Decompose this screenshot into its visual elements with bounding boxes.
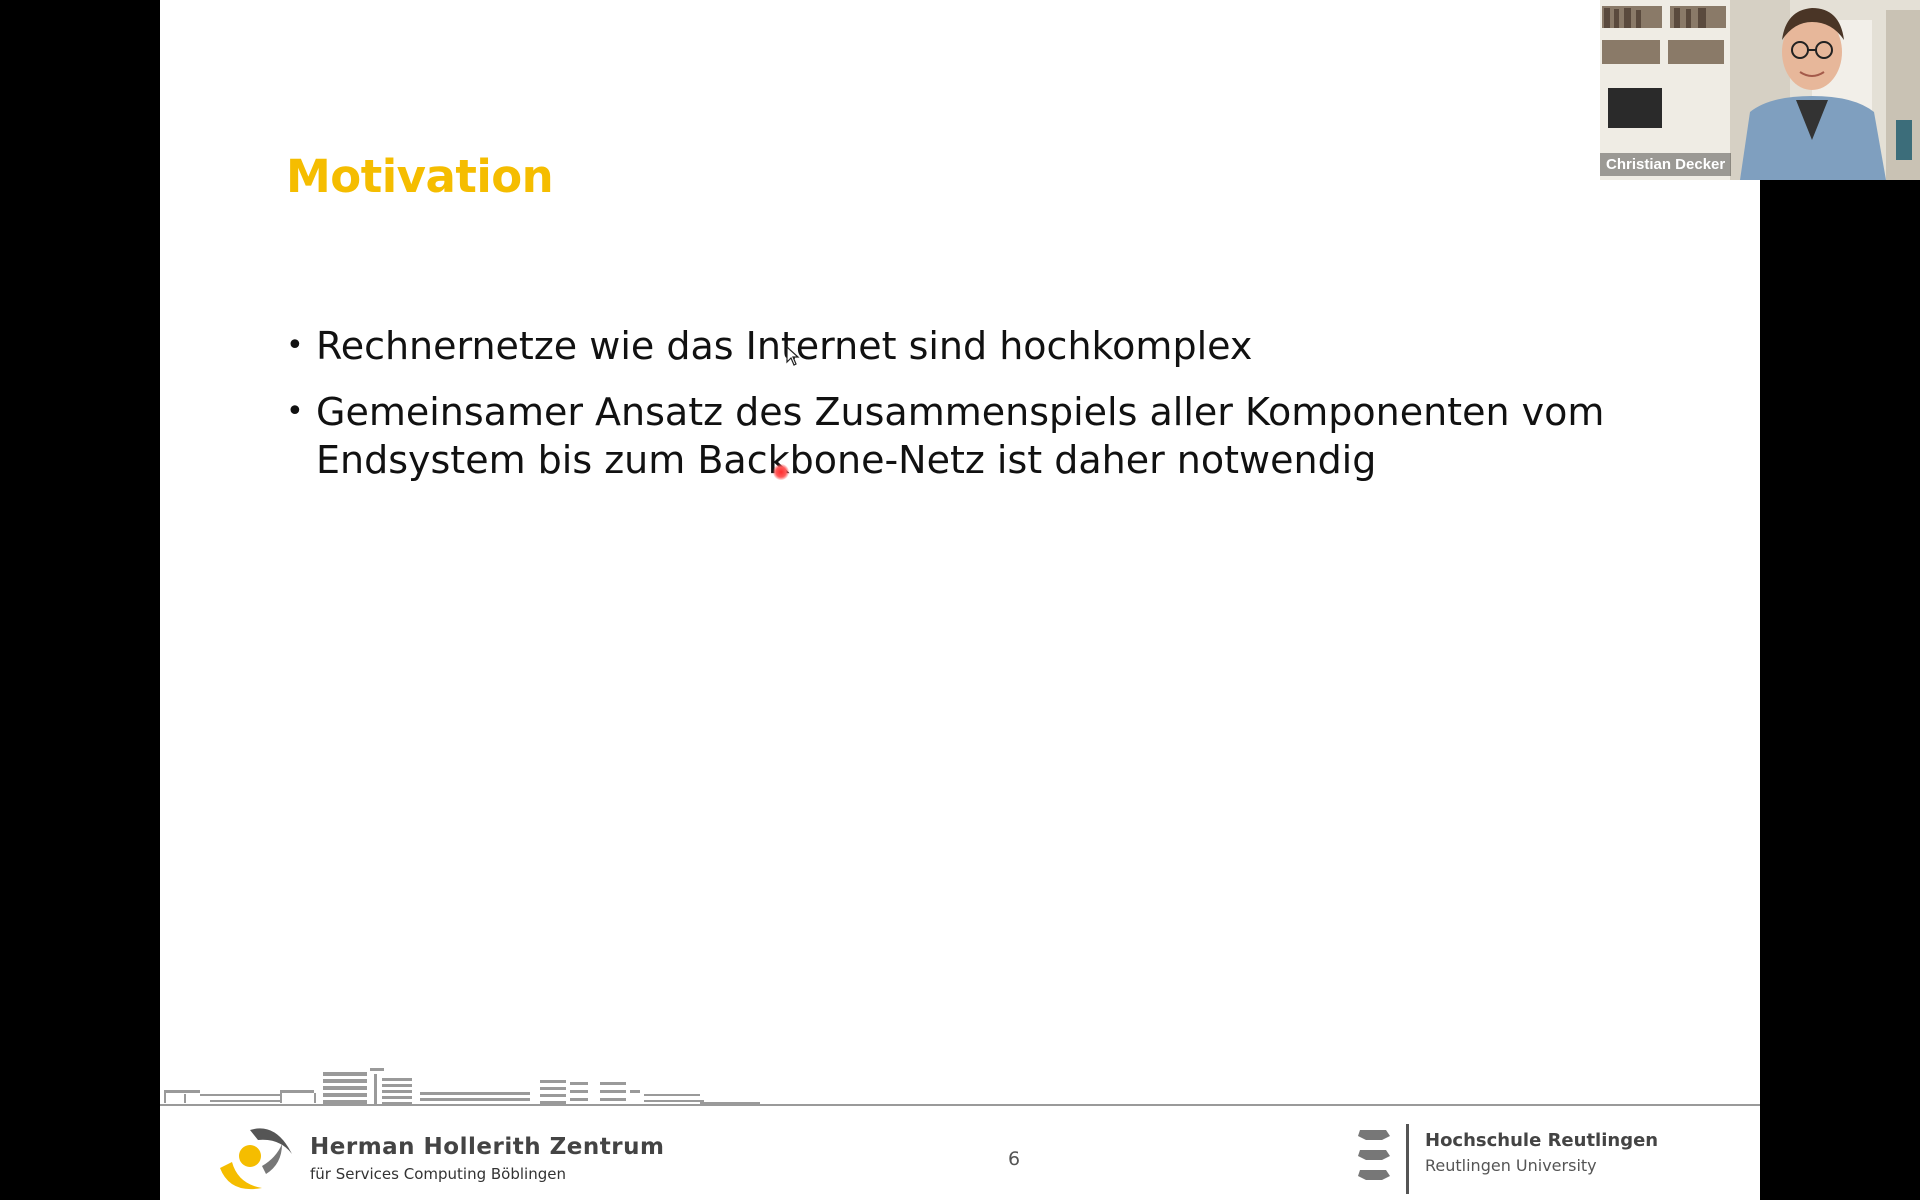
participant-name-label: Christian Decker — [1600, 153, 1732, 176]
coat-of-arms-icon — [1358, 1130, 1390, 1180]
page-number: 6 — [1008, 1148, 1021, 1170]
laser-pointer-dot — [773, 464, 789, 480]
building-skyline-graphic — [164, 1068, 760, 1105]
mouse-cursor-icon — [786, 346, 800, 366]
university-name: Hochschule Reutlingen — [1425, 1130, 1659, 1151]
bullet-item: • Rechnernetze wie das Internet sind hoc… — [286, 322, 1706, 370]
logo-divider — [1406, 1124, 1409, 1194]
hhz-logo-icon — [220, 1128, 292, 1190]
participant-video-tile[interactable]: Christian Decker — [1600, 0, 1920, 180]
footer-divider-line — [160, 1104, 1760, 1106]
university-subtitle: Reutlingen University — [1425, 1156, 1597, 1175]
hhz-subtitle: für Services Computing Böblingen — [310, 1165, 566, 1183]
hhz-name: Herman Hollerith Zentrum — [310, 1134, 665, 1160]
bullet-symbol: • — [286, 394, 304, 429]
slide-title: Motivation — [286, 150, 554, 203]
presentation-slide: Motivation • Rechnernetze wie das Intern… — [160, 0, 1760, 1200]
bullet-text: Gemeinsamer Ansatz des Zusammenspiels al… — [316, 390, 1605, 482]
bullet-text: Rechnernetze wie das Internet sind hochk… — [316, 324, 1253, 368]
bullet-list: • Rechnernetze wie das Internet sind hoc… — [286, 322, 1706, 502]
bullet-item: • Gemeinsamer Ansatz des Zusammenspiels … — [286, 388, 1706, 484]
bullet-symbol: • — [286, 328, 304, 363]
